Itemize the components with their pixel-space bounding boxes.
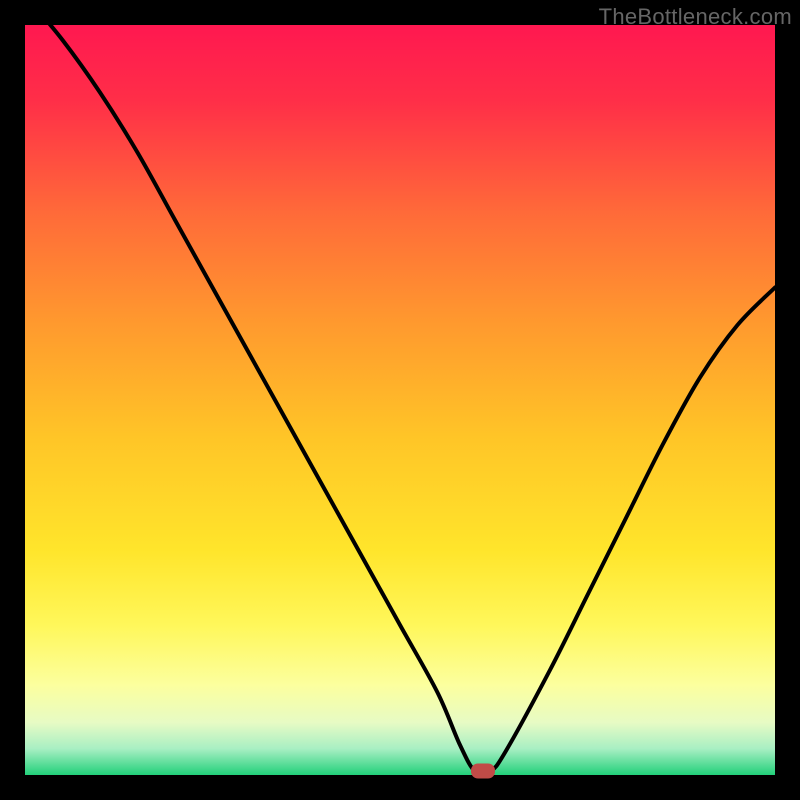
optimal-point-marker [471,764,495,779]
watermark-text: TheBottleneck.com [599,4,792,30]
chart-frame: TheBottleneck.com [0,0,800,800]
curve-layer [25,25,775,775]
plot-area [25,25,775,775]
bottleneck-curve [25,25,775,774]
